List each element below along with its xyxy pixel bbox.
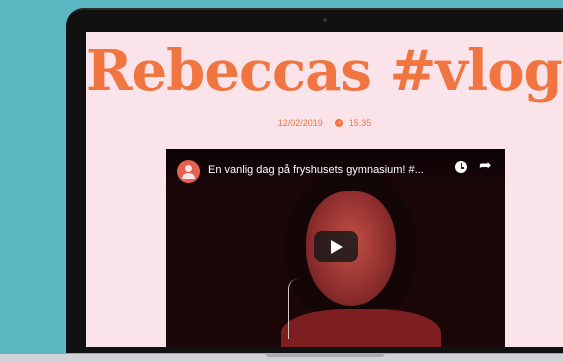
video-frame-sweater [281, 309, 441, 347]
video-title[interactable]: En vanlig dag på fryshusets gymnasium! #… [208, 164, 448, 176]
user-avatar-icon[interactable] [177, 160, 200, 183]
video-player[interactable]: En vanlig dag på fryshusets gymnasium! #… [166, 149, 505, 347]
play-button[interactable] [314, 231, 358, 262]
laptop-notch [265, 353, 385, 357]
video-frame-earbud [288, 279, 303, 339]
post-time: 15.35 [348, 118, 372, 128]
clock-icon[interactable] [455, 161, 467, 173]
share-arrow-icon[interactable]: ➦ [479, 158, 495, 174]
blog-title: Rebeccas #vlogg1 [86, 38, 563, 104]
clock-icon [335, 119, 344, 127]
webcam [323, 18, 327, 22]
post-date: 12/02/2019 [277, 118, 323, 128]
post-meta: 12/02/2019 15.35 [86, 118, 563, 128]
laptop-screen: Rebeccas #vlogg1 12/02/2019 15.35 En van… [86, 32, 563, 347]
